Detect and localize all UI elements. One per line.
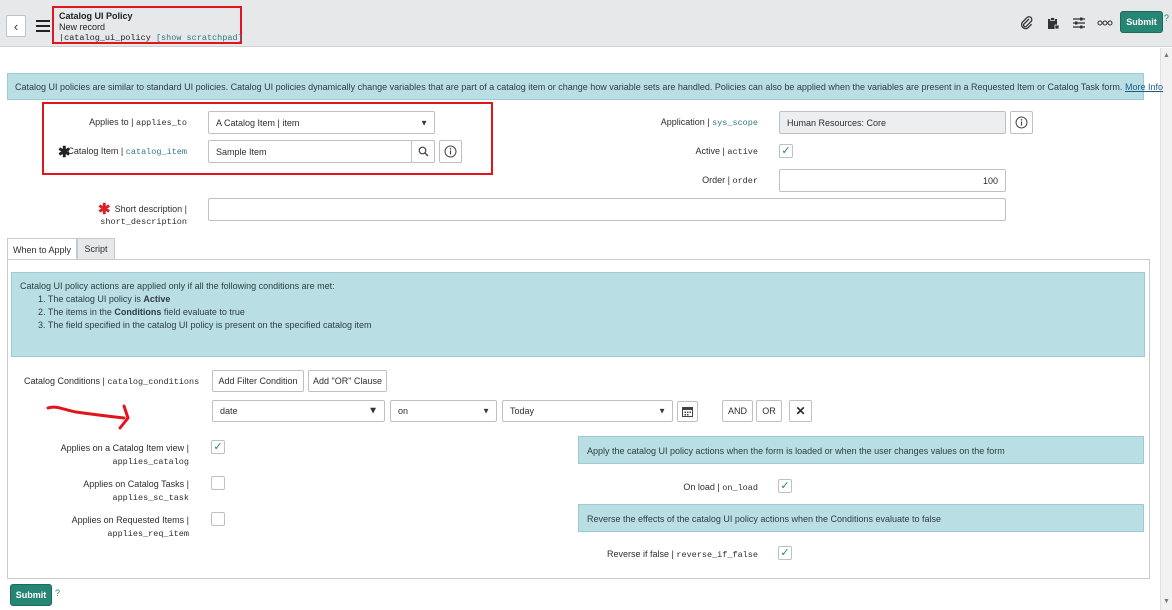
form-header: ‹ Catalog UI Policy New record |catalog_… [0, 0, 1172, 47]
application-field: Human Resources: Core [779, 111, 1006, 134]
order-input[interactable]: 100 [779, 169, 1006, 192]
vertical-scrollbar[interactable]: ▲ ▼ [1160, 48, 1172, 610]
checkmark-icon: ✓ [780, 479, 790, 492]
and-button[interactable]: AND [722, 400, 753, 422]
info-banner: Catalog UI policies are similar to stand… [7, 73, 1163, 100]
condition-item: 1. The catalog UI policy is Active [38, 294, 171, 304]
condition-value-select[interactable]: Today ▼ [502, 400, 673, 422]
applies-sc-task-label: Applies on Catalog Tasks | applies_sc_ta… [83, 479, 189, 503]
checkmark-icon: ✓ [213, 440, 223, 453]
checkmark-icon: ✓ [780, 546, 790, 559]
catalog-item-label: Catalog Item | catalog_item [67, 146, 187, 157]
active-checkbox[interactable]: ✓ [779, 144, 793, 158]
reverse-info: Reverse the effects of the catalog UI po… [578, 504, 1144, 532]
or-button[interactable]: OR [756, 400, 782, 422]
reverse-if-false-label: Reverse if false | reverse_if_false [606, 549, 758, 560]
record-title-highlight: Catalog UI Policy New record |catalog_ui… [52, 6, 243, 44]
catalog-conditions-label: Catalog Conditions | catalog_conditions [24, 376, 200, 387]
order-label: Order | order [702, 175, 758, 186]
applies-catalog-checkbox[interactable]: ✓ [211, 440, 225, 454]
chevron-down-icon: ▼ [658, 406, 666, 416]
remove-condition-icon[interactable]: ✕ [789, 400, 812, 422]
help-icon[interactable]: ? [1164, 13, 1169, 23]
scroll-down-icon[interactable]: ▼ [1163, 598, 1170, 605]
applies-req-item-label: Applies on Requested Items | applies_req… [71, 515, 189, 539]
banner-text: Catalog UI policies are similar to stand… [15, 82, 1123, 92]
chevron-down-icon: ▼ [482, 406, 490, 416]
chevron-left-icon: ‹ [13, 18, 19, 34]
catalog-item-input[interactable]: Sample Item [208, 140, 412, 163]
table-name-line: |catalog_ui_policy [show scratchpad] [59, 33, 243, 43]
tab-script[interactable]: Script [77, 238, 115, 260]
on-load-info: Apply the catalog UI policy actions when… [578, 436, 1144, 464]
show-scratchpad-link[interactable]: [show scratchpad] [156, 33, 243, 43]
reverse-if-false-checkbox[interactable]: ✓ [778, 546, 792, 560]
table-name: |catalog_ui_policy [59, 33, 151, 43]
condition-field-select[interactable]: date ▼ [212, 400, 385, 422]
applies-req-item-checkbox[interactable] [211, 512, 225, 526]
tab-when-to-apply[interactable]: When to Apply [7, 238, 77, 260]
applies-to-select[interactable]: A Catalog Item | item ▼ [208, 111, 435, 134]
applies-sc-task-checkbox[interactable] [211, 476, 225, 490]
add-or-clause-button[interactable]: Add "OR" Clause [308, 370, 387, 392]
clipboard-icon[interactable] [1044, 14, 1062, 32]
record-status: New record [59, 22, 106, 32]
back-button[interactable]: ‹ [6, 15, 26, 37]
caret-down-icon: ▼ [368, 405, 378, 417]
short-description-label: Short description | short_description [100, 204, 187, 227]
application-info-icon[interactable] [1010, 111, 1033, 134]
help-icon[interactable]: ? [55, 588, 60, 598]
checkmark-icon: ✓ [781, 144, 791, 157]
conditions-intro: Catalog UI policy actions are applied on… [20, 281, 335, 291]
condition-item: 3. The field specified in the catalog UI… [38, 320, 372, 330]
calendar-icon[interactable] [677, 401, 698, 422]
submit-button-header[interactable]: Submit [1120, 11, 1163, 33]
page-title: Catalog UI Policy [59, 11, 133, 21]
info-icon[interactable] [439, 140, 462, 163]
application-label: Application | sys_scope [660, 117, 758, 128]
scroll-up-icon[interactable]: ▲ [1163, 52, 1170, 59]
chevron-down-icon: ▼ [420, 118, 428, 127]
short-description-input[interactable] [208, 198, 1006, 221]
condition-operator-select[interactable]: on ▼ [390, 400, 497, 422]
search-icon[interactable] [411, 140, 435, 163]
active-label: Active | active [695, 146, 758, 157]
condition-item: 2. The items in the Conditions field eva… [38, 307, 245, 317]
hamburger-menu-icon[interactable] [36, 20, 50, 32]
paperclip-icon[interactable] [1018, 14, 1036, 32]
more-options-icon[interactable] [1096, 14, 1114, 32]
submit-button-footer[interactable]: Submit [10, 584, 52, 606]
add-filter-condition-button[interactable]: Add Filter Condition [212, 370, 304, 392]
applies-catalog-label: Applies on a Catalog Item view | applies… [60, 443, 189, 467]
applies-to-label: Applies to | applies_to [89, 117, 187, 128]
more-info-link[interactable]: More Info [1125, 82, 1163, 92]
on-load-checkbox[interactable]: ✓ [778, 479, 792, 493]
sliders-icon[interactable] [1070, 14, 1088, 32]
on-load-label: On load | on_load [683, 482, 758, 493]
annotation-arrow-icon [46, 404, 130, 430]
conditions-info-box: Catalog UI policy actions are applied on… [11, 272, 1145, 357]
